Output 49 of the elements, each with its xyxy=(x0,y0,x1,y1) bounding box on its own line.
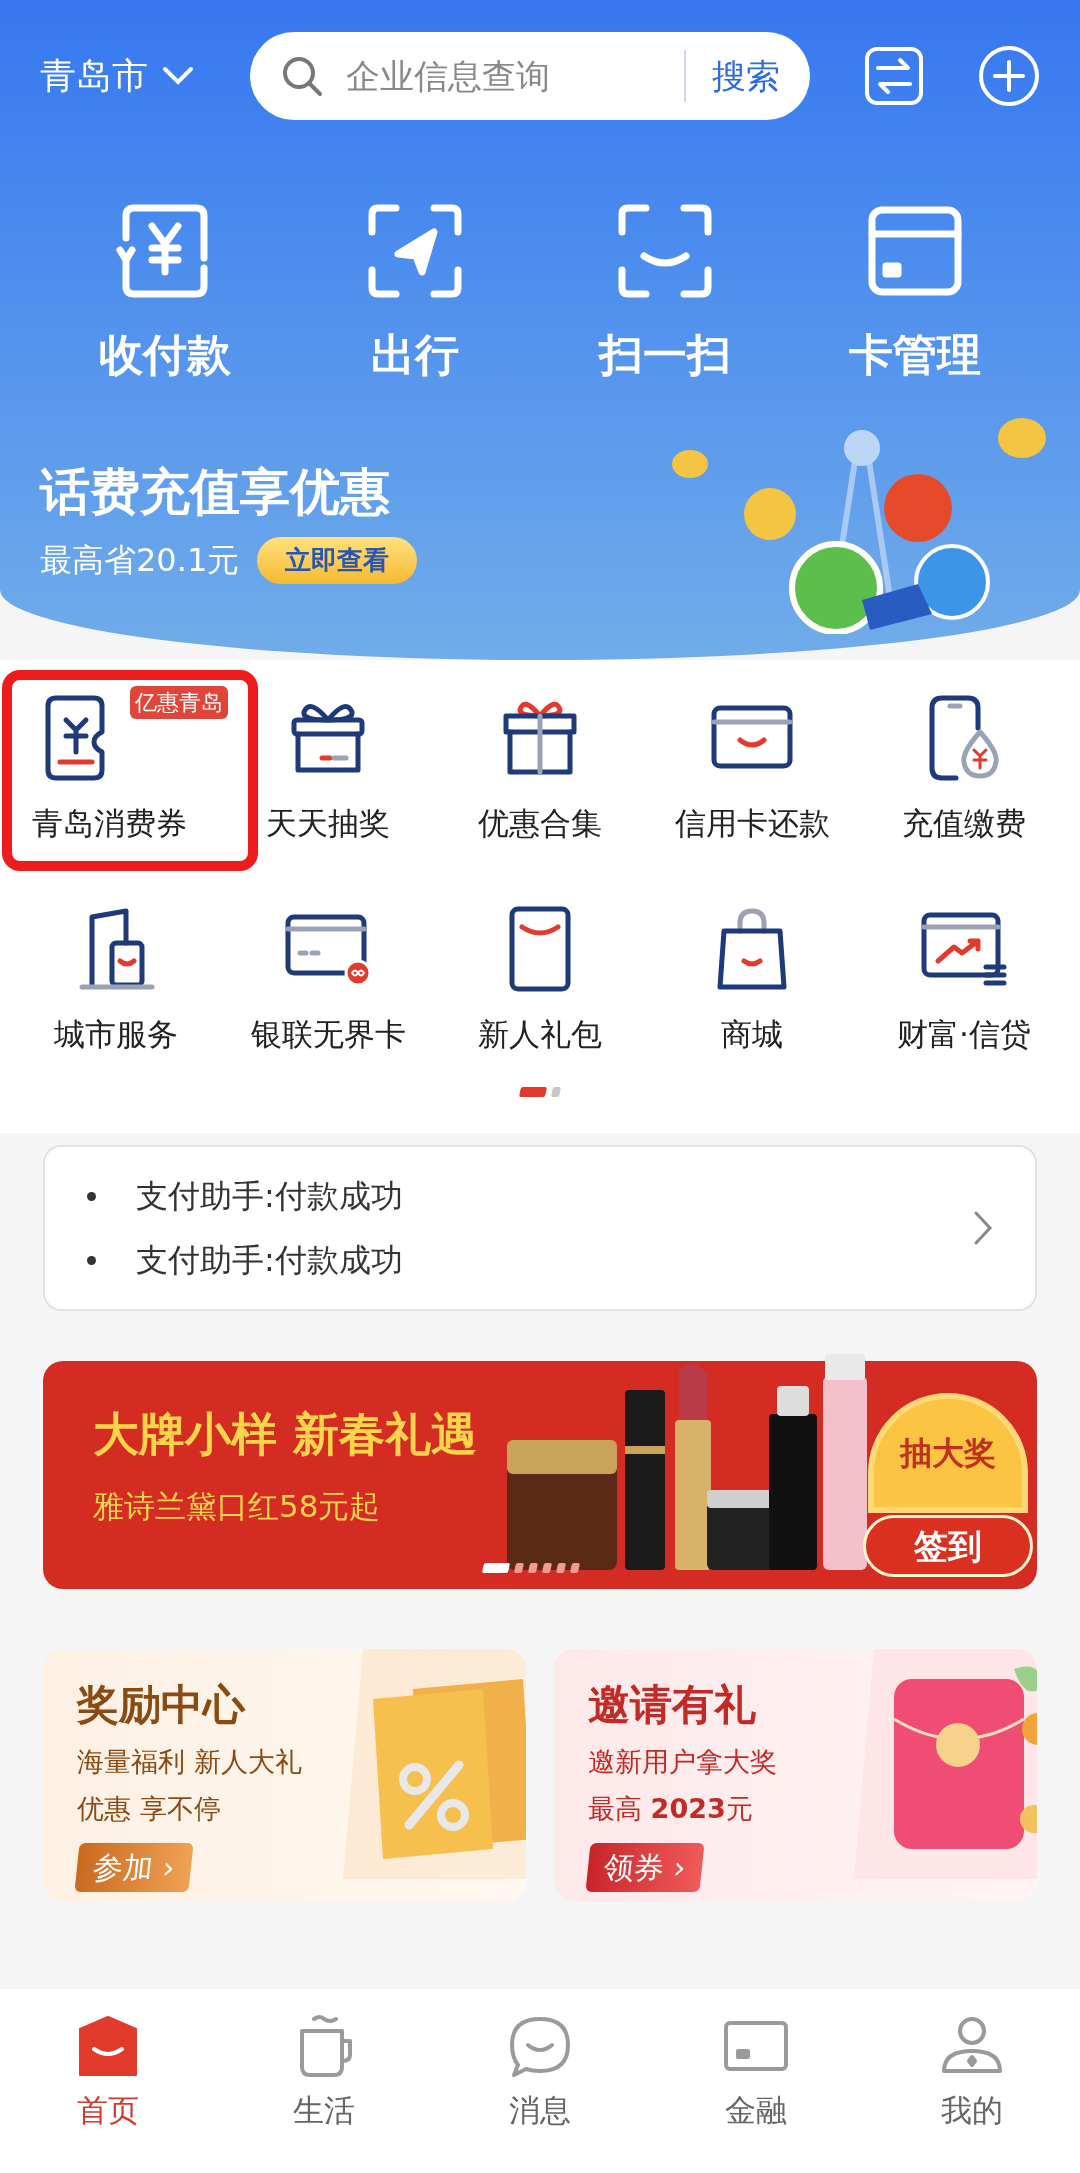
city-selector[interactable]: 青岛市 xyxy=(40,49,240,103)
quick-action-button[interactable]: 收付款 xyxy=(40,198,290,388)
quick-action-button[interactable]: 出行 xyxy=(290,198,540,388)
service-item[interactable]: 信用卡还款 xyxy=(646,690,858,871)
chevron-down-icon xyxy=(162,66,194,86)
lottery-badge[interactable]: 抽大奖 xyxy=(868,1393,1028,1513)
service-item[interactable]: 亿惠青岛 青岛消费券 xyxy=(2,670,258,871)
tab-item[interactable]: 首页 xyxy=(0,2013,216,2134)
check-in-button[interactable]: 签到 xyxy=(863,1515,1033,1577)
card-text: 优惠 享不停 xyxy=(77,1791,222,1826)
search-bar[interactable]: 企业信息查询 搜索 xyxy=(250,32,810,120)
bullet-icon xyxy=(87,1255,96,1265)
service-item[interactable]: 商城 xyxy=(646,900,858,1057)
tab-item[interactable]: 我的 xyxy=(864,2013,1080,2134)
promo-title: 话费充值享优惠 xyxy=(40,462,391,523)
card-text: 最高 2023元 xyxy=(588,1791,754,1826)
quick-action-button[interactable]: 卡管理 xyxy=(790,198,1040,388)
service-item[interactable]: 银联无界卡 xyxy=(222,900,434,1057)
banner-title: 大牌小样 新春礼遇 xyxy=(93,1406,477,1464)
notice-card[interactable]: 支付助手:付款成功 支付助手:付款成功 xyxy=(43,1145,1037,1311)
card-button[interactable]: 领券 › xyxy=(585,1843,705,1892)
reward-card[interactable]: 邀请有礼 邀新用户拿大奖 最高 2023元 领券 › xyxy=(554,1649,1037,1901)
tab-item[interactable]: 生活 xyxy=(216,2013,432,2134)
tab-item[interactable]: 金融 xyxy=(648,2013,864,2134)
chevron-right-icon xyxy=(973,1210,993,1246)
service-item[interactable]: 城市服务 xyxy=(10,900,222,1057)
card-title: 奖励中心 xyxy=(77,1679,247,1731)
notice-text: 支付助手:付款成功 xyxy=(136,1176,403,1217)
search-field[interactable]: 企业信息查询 xyxy=(346,50,606,102)
tab-item[interactable]: 消息 xyxy=(432,2013,648,2134)
service-item[interactable]: 充值缴费 xyxy=(858,690,1070,871)
view-now-button[interactable]: 立即查看 xyxy=(257,536,418,584)
card-title: 邀请有礼 xyxy=(588,1679,757,1731)
service-item[interactable]: 财富·信贷 xyxy=(858,900,1070,1057)
add-icon[interactable] xyxy=(978,45,1040,107)
card-text: 海量福利 新人大礼 xyxy=(77,1745,303,1779)
search-icon xyxy=(280,54,324,98)
banner-subtitle: 雅诗兰黛口红58元起 xyxy=(93,1487,382,1527)
bullet-icon xyxy=(87,1191,96,1201)
service-badge: 亿惠青岛 xyxy=(130,686,228,719)
reward-card[interactable]: 奖励中心 海量福利 新人大礼 优惠 享不停 参加 › xyxy=(43,1649,526,1901)
exchange-icon[interactable] xyxy=(864,46,924,106)
card-text: 邀新用户拿大奖 xyxy=(588,1745,778,1779)
quick-action-button[interactable]: 扫一扫 xyxy=(540,198,790,388)
service-item[interactable]: 优惠合集 xyxy=(434,690,646,871)
promo-subtitle: 最高省20.1元 xyxy=(40,540,240,581)
service-item[interactable]: 新人礼包 xyxy=(434,900,646,1057)
search-button[interactable]: 搜索 xyxy=(712,50,780,102)
notice-text: 支付助手:付款成功 xyxy=(136,1240,403,1281)
